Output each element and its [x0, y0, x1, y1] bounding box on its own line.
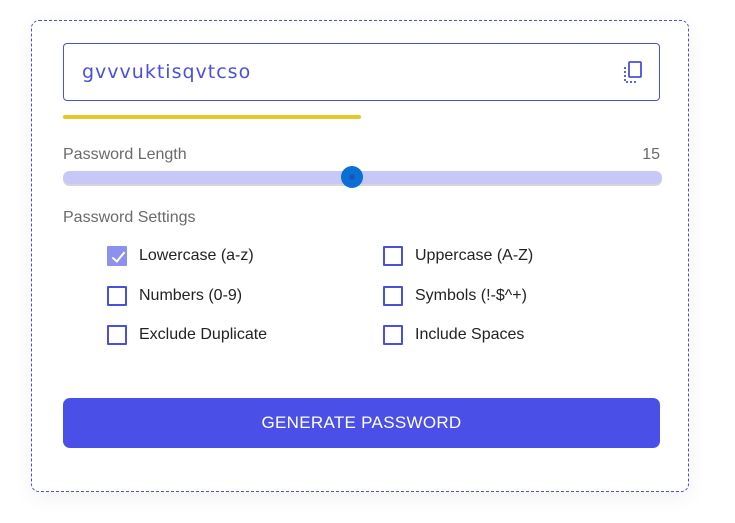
password-text: gvvvuktisqvtcso [82, 61, 252, 83]
password-strength-indicator [63, 115, 361, 119]
slider-thumb[interactable] [341, 166, 364, 188]
checkmark-icon [111, 248, 126, 263]
option-label: Numbers (0-9) [139, 287, 243, 304]
uppercase-checkbox[interactable] [383, 246, 403, 266]
option-numbers[interactable]: Numbers (0-9) [107, 286, 242, 306]
numbers-checkbox[interactable] [107, 286, 127, 306]
password-length-label: Password Length [63, 146, 187, 163]
option-label: Lowercase (a-z) [139, 247, 254, 264]
lowercase-checkbox[interactable] [107, 246, 127, 266]
option-exclude-duplicate[interactable]: Exclude Duplicate [107, 325, 267, 345]
password-length-value: 15 [642, 146, 660, 163]
copy-icon [624, 61, 642, 83]
option-label: Symbols (!-$^+) [415, 287, 527, 304]
include-spaces-checkbox[interactable] [383, 325, 403, 345]
option-label: Uppercase (A-Z) [415, 247, 534, 264]
generate-password-button[interactable]: GENERATE PASSWORD [63, 398, 660, 448]
option-lowercase[interactable]: Lowercase (a-z) [107, 246, 254, 266]
option-label: Include Spaces [415, 326, 525, 343]
password-length-row: Password Length 15 [63, 146, 660, 164]
copy-button[interactable] [623, 60, 645, 84]
exclude-duplicate-checkbox[interactable] [107, 325, 127, 345]
option-label: Exclude Duplicate [139, 326, 268, 343]
password-display: gvvvuktisqvtcso [63, 43, 660, 101]
option-include-spaces[interactable]: Include Spaces [383, 325, 524, 345]
password-generator-card: gvvvuktisqvtcso Password Length 15 Passw… [31, 20, 689, 492]
password-length-slider[interactable] [63, 166, 662, 188]
option-symbols[interactable]: Symbols (!-$^+) [383, 286, 527, 306]
symbols-checkbox[interactable] [383, 286, 403, 306]
password-settings-title: Password Settings [63, 209, 196, 226]
option-uppercase[interactable]: Uppercase (A-Z) [383, 246, 533, 266]
